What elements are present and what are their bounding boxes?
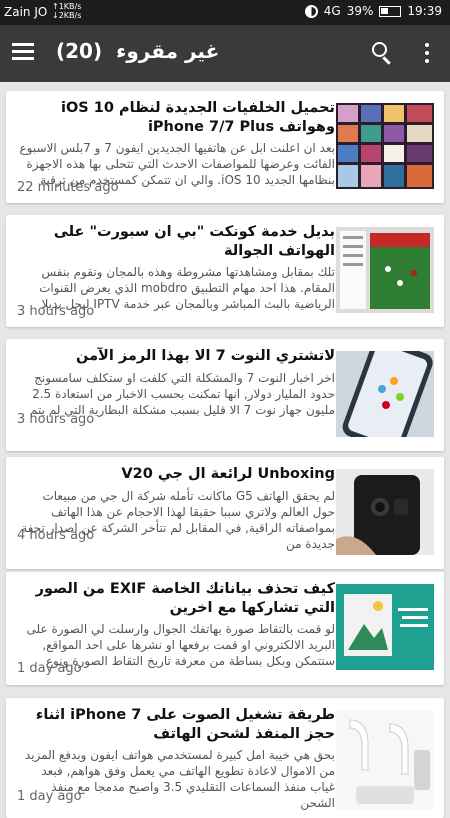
article-time: 1 day ago <box>17 661 82 676</box>
article-headline: بديل خدمة كونكت "بي ان سبورت" على الهوات… <box>53 224 335 259</box>
article-headline: طريقة تشغيل الصوت على iPhone 7 اثناء حجز… <box>35 707 335 742</box>
unread-count: (20) <box>56 39 103 63</box>
article-thumbnail <box>336 584 434 670</box>
battery-percent: 39% <box>346 4 374 18</box>
article-card[interactable]: طريقة تشغيل الصوت على iPhone 7 اثناء حجز… <box>6 698 444 818</box>
article-time: 3 hours ago <box>17 304 95 319</box>
article-card[interactable]: بديل خدمة كونكت "بي ان سبورت" على الهوات… <box>6 215 444 327</box>
article-time: 1 day ago <box>17 789 82 804</box>
more-options-icon[interactable] <box>424 43 430 63</box>
menu-icon[interactable] <box>12 43 34 63</box>
article-summary: اخر اخبار النوت 7 والمشكلة التي كلفت او … <box>30 371 335 417</box>
article-time: 22 minutes ago <box>17 180 119 195</box>
article-headline: Unboxing لرائعة ال جي V20 <box>121 466 335 482</box>
article-headline: لاتشتري النوت 7 الا بهذا الرمز الآمن <box>76 348 335 364</box>
network-speed: ↑1KB/s ↓2KB/s <box>52 2 82 20</box>
clock: 19:39 <box>407 4 442 18</box>
article-time: 3 hours ago <box>17 412 95 427</box>
article-card[interactable]: تحميل الخلفيات الجديدة لنظام iOS 10 وهوا… <box>6 91 444 203</box>
search-icon[interactable] <box>372 42 394 65</box>
page-title-text: غير مقروء <box>116 39 220 63</box>
article-thumbnail <box>336 103 434 189</box>
network-type: 4G <box>323 4 341 18</box>
do-not-disturb-icon <box>304 4 318 18</box>
page-title: (20) غير مقروء <box>56 39 219 63</box>
article-time: 4 hours ago <box>17 528 95 543</box>
battery-icon <box>379 5 402 17</box>
article-headline: كيف تحذف بياناتك الخاصة EXIF من الصور ال… <box>35 581 335 616</box>
article-card[interactable]: لاتشتري النوت 7 الا بهذا الرمز الآمن اخر… <box>6 339 444 451</box>
article-headline: تحميل الخلفيات الجديدة لنظام iOS 10 وهوا… <box>61 100 335 135</box>
carrier-name: Zain JO <box>4 5 48 19</box>
article-card[interactable]: كيف تحذف بياناتك الخاصة EXIF من الصور ال… <box>6 572 444 685</box>
status-bar: Zain JO ↑1KB/s ↓2KB/s 4G 39% 19:39 <box>0 0 450 25</box>
article-thumbnail <box>336 227 434 313</box>
article-card[interactable]: Unboxing لرائعة ال جي V20 لم يحقق الهاتف… <box>6 457 444 569</box>
article-thumbnail <box>336 710 434 810</box>
app-bar: (20) غير مقروء <box>0 25 450 82</box>
article-thumbnail <box>336 469 434 555</box>
article-thumbnail <box>336 351 434 437</box>
